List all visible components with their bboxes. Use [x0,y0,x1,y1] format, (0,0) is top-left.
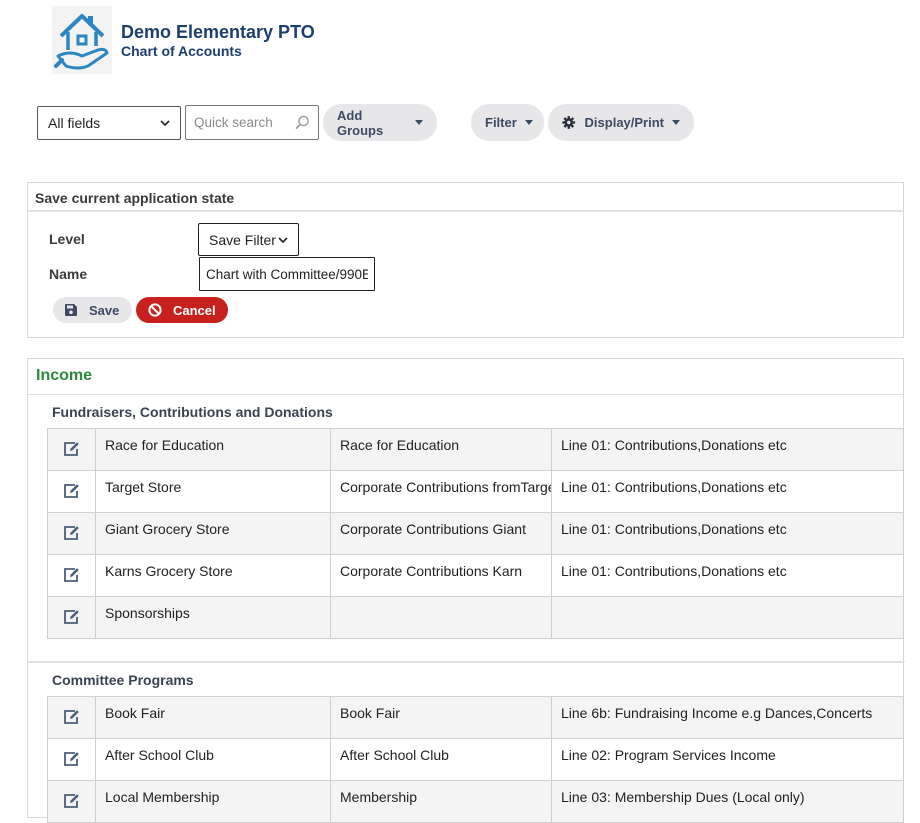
account-description-cell: Membership [330,780,552,823]
section-title-income: Income [36,367,93,384]
table-row: After School Club After School Club Line… [47,738,904,781]
level-label: Level [49,231,85,247]
caret-down-icon [672,120,680,125]
display-print-button[interactable]: Display/Print [548,104,694,141]
account-tax-line-cell: Line 6b: Fundraising Income e.g Dances,C… [551,696,904,739]
level-select-value: Save Filter [209,231,276,248]
name-input[interactable] [199,257,375,291]
house-hand-logo [52,6,112,74]
account-description-cell: Corporate Contributions fromTarget [330,470,552,513]
edit-cell[interactable] [47,738,96,781]
table-row: Book Fair Book Fair Line 6b: Fundraising… [47,696,904,739]
field-select-value: All fields [48,115,101,131]
quick-search-input[interactable] [194,115,294,130]
account-tax-line-cell: Line 03: Membership Dues (Local only) [551,780,904,823]
save-state-panel: Save current application state Level Sav… [27,182,904,338]
gear-icon [562,116,576,129]
edit-cell[interactable] [47,596,96,639]
account-description-cell [330,596,552,639]
filter-label: Filter [485,115,517,130]
edit-icon[interactable] [63,793,80,808]
caret-down-icon [415,120,423,125]
accounts-table-committee: Book Fair Book Fair Line 6b: Fundraising… [47,696,904,823]
name-label: Name [49,266,88,282]
save-state-title: Save current application state [28,183,903,212]
group-header: Fundraisers, Contributions and Donations [28,394,903,428]
save-label: Save [89,302,120,318]
search-icon[interactable] [295,115,310,130]
table-row: Race for Education Race for Education Li… [47,428,904,471]
account-name-cell: Sponsorships [95,596,331,639]
account-tax-line-cell: Line 01: Contributions,Donations etc [551,470,904,513]
account-tax-line-cell: Line 02: Program Services Income [551,738,904,781]
edit-icon[interactable] [63,567,80,582]
account-name-cell: Giant Grocery Store [95,512,331,555]
page-title: Demo Elementary PTO [121,22,315,42]
edit-cell[interactable] [47,554,96,597]
add-groups-label: Add Groups [337,107,384,138]
edit-cell[interactable] [47,470,96,513]
edit-icon[interactable] [63,525,80,540]
edit-cell[interactable] [47,780,96,823]
table-row: Sponsorships [47,596,904,639]
page-subtitle: Chart of Accounts [121,43,242,59]
account-name-cell: Target Store [95,470,331,513]
account-description-cell: Corporate Contributions Giant [330,512,552,555]
accounts-panel: Income Fundraisers, Contributions and Do… [27,358,905,823]
app-header: Demo Elementary PTO Chart of Accounts [52,6,315,74]
level-select[interactable]: Save Filter [198,223,299,256]
table-row: Local Membership Membership Line 03: Mem… [47,780,904,823]
group-header: Committee Programs [28,662,903,696]
save-button[interactable]: Save [53,297,132,323]
account-description-cell: Corporate Contributions Karn [330,554,552,597]
floppy-disk-icon [65,304,77,316]
edit-cell[interactable] [47,428,96,471]
accounts-table-fundraisers: Race for Education Race for Education Li… [47,428,904,639]
table-row: Karns Grocery Store Corporate Contributi… [47,554,904,597]
account-name-cell: After School Club [95,738,331,781]
cancel-label: Cancel [173,302,216,318]
chevron-down-icon [160,120,170,127]
account-tax-line-cell: Line 01: Contributions,Donations etc [551,554,904,597]
add-groups-button[interactable]: Add Groups [323,104,437,141]
edit-cell[interactable] [47,696,96,739]
account-description-cell: After School Club [330,738,552,781]
chevron-down-icon [278,236,288,243]
display-print-label: Display/Print [584,115,664,130]
account-name-cell: Local Membership [95,780,331,823]
account-tax-line-cell: Line 01: Contributions,Donations etc [551,428,904,471]
edit-cell[interactable] [47,512,96,555]
account-tax-line-cell [551,596,904,639]
account-name-cell: Race for Education [95,428,331,471]
table-row: Giant Grocery Store Corporate Contributi… [47,512,904,555]
table-row: Target Store Corporate Contributions fro… [47,470,904,513]
cancel-circle-icon [148,303,162,317]
edit-icon[interactable] [63,751,80,766]
account-description-cell: Book Fair [330,696,552,739]
account-description-cell: Race for Education [330,428,552,471]
edit-icon[interactable] [63,483,80,498]
field-select[interactable]: All fields [37,106,181,140]
cancel-button[interactable]: Cancel [136,297,228,323]
quick-search-box [185,105,319,140]
filter-button[interactable]: Filter [471,104,544,141]
edit-icon[interactable] [63,609,80,624]
caret-down-icon [524,120,533,125]
account-tax-line-cell: Line 01: Contributions,Donations etc [551,512,904,555]
account-name-cell: Karns Grocery Store [95,554,331,597]
edit-icon[interactable] [63,709,80,724]
edit-icon[interactable] [63,441,80,456]
account-name-cell: Book Fair [95,696,331,739]
